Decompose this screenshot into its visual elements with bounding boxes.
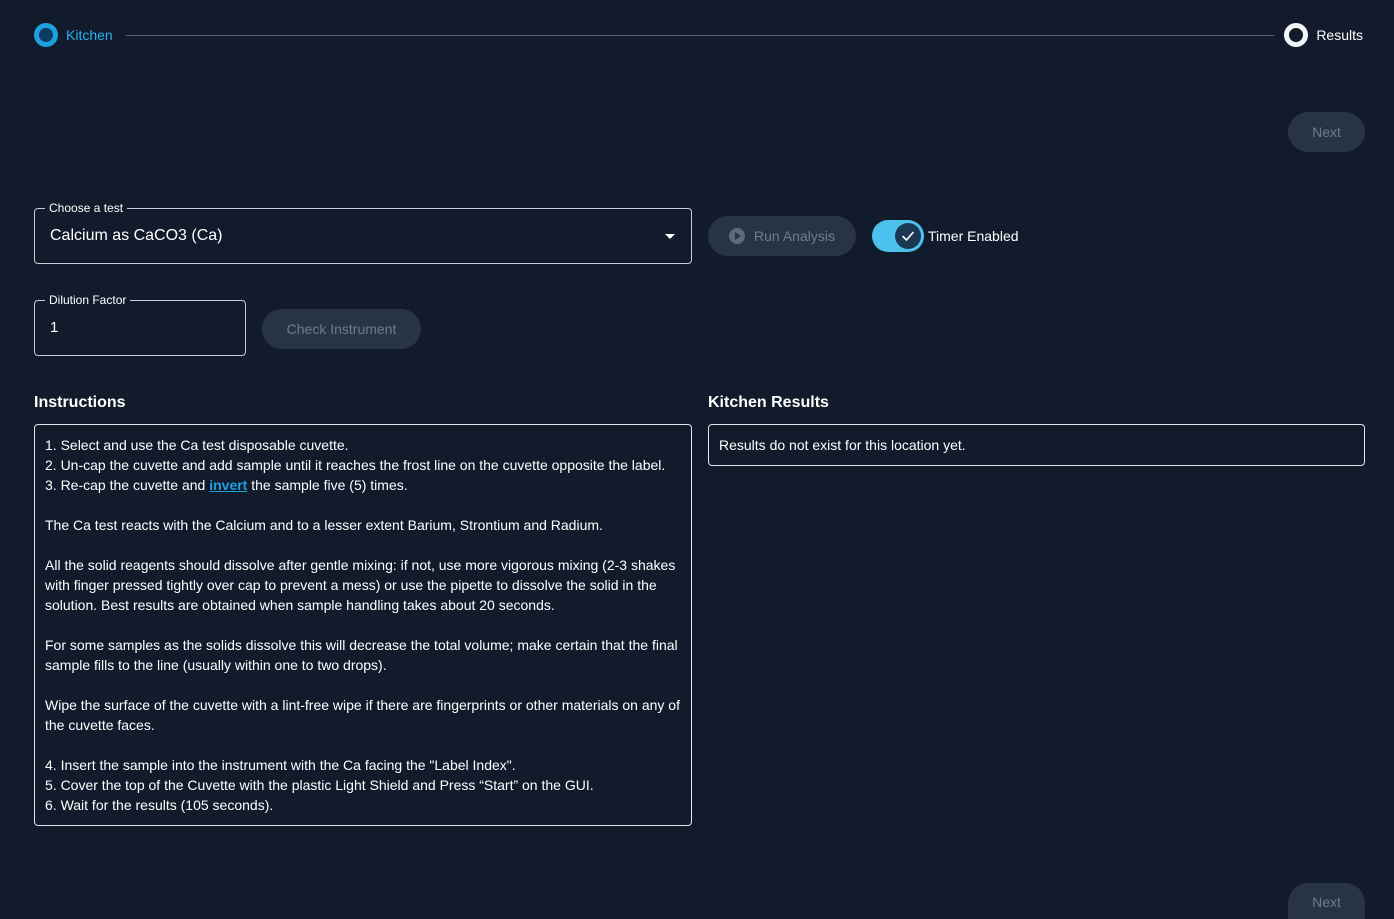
instruction-para-4: Wipe the surface of the cuvette with a l… — [45, 697, 680, 733]
step-kitchen[interactable]: Kitchen — [34, 22, 113, 48]
dilution-factor-label: Dilution Factor — [45, 293, 131, 307]
step-kitchen-label: Kitchen — [66, 27, 113, 43]
step-results-label: Results — [1316, 27, 1363, 43]
timer-toggle-label: Timer Enabled — [928, 228, 1019, 244]
instructions-panel: 1. Select and use the Ca test disposable… — [34, 424, 692, 826]
instruction-step-3-post: the sample five (5) times. — [247, 477, 408, 493]
dilution-factor-field[interactable]: Dilution Factor 1 — [34, 293, 246, 356]
instruction-para-1: The Ca test reacts with the Calcium and … — [45, 517, 603, 533]
instruction-step-4: 4. Insert the sample into the instrument… — [45, 757, 516, 773]
timer-toggle[interactable] — [872, 220, 924, 252]
check-instrument-button[interactable]: Check Instrument — [262, 309, 421, 349]
instruction-step-5: 5. Cover the top of the Cuvette with the… — [45, 777, 594, 793]
step-active-icon — [34, 23, 58, 47]
instruction-step-3: 3. Re-cap the cuvette and invert the sam… — [45, 475, 681, 495]
step-results[interactable]: Results — [1284, 22, 1364, 48]
step-connector — [126, 35, 1274, 36]
test-select[interactable]: Choose a test Calcium as CaCO3 (Ca) — [34, 201, 692, 264]
play-icon — [729, 228, 746, 244]
kitchen-results-panel: Results do not exist for this location y… — [708, 424, 1365, 466]
kitchen-results-title: Kitchen Results — [708, 394, 829, 411]
test-select-value: Calcium as CaCO3 (Ca) — [50, 227, 223, 244]
instruction-step-1: 1. Select and use the Ca test disposable… — [45, 437, 349, 453]
stepper: Kitchen Results — [34, 22, 1364, 48]
test-select-label: Choose a test — [45, 201, 128, 215]
run-analysis-label: Run Analysis — [754, 228, 835, 244]
instruction-step-6: 6. Wait for the results (105 seconds). — [45, 797, 274, 813]
check-icon — [895, 223, 921, 249]
instructions-title: Instructions — [34, 394, 126, 411]
instruction-para-3: For some samples as the solids dissolve … — [45, 637, 678, 673]
instruction-para-2: All the solid reagents should dissolve a… — [45, 557, 676, 613]
instruction-step-3-pre: 3. Re-cap the cuvette and — [45, 477, 210, 493]
dilution-factor-value: 1 — [50, 319, 59, 336]
run-analysis-button[interactable]: Run Analysis — [708, 216, 856, 256]
kitchen-results-message: Results do not exist for this location y… — [719, 437, 966, 453]
instruction-step-2: 2. Un-cap the cuvette and add sample unt… — [45, 457, 666, 473]
chevron-down-icon — [665, 234, 675, 239]
invert-link[interactable]: invert — [209, 477, 247, 493]
step-inactive-icon — [1284, 23, 1309, 47]
next-button-bottom[interactable]: Next — [1288, 883, 1365, 919]
next-button-top[interactable]: Next — [1288, 112, 1365, 152]
